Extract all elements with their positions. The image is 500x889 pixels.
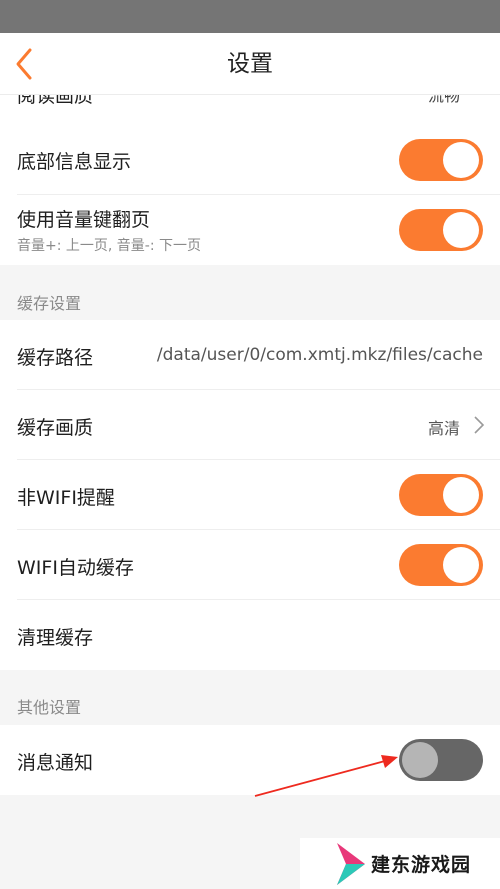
wifi-auto-row: WIFI自动缓存 [0,530,500,600]
clear-cache-row[interactable]: 清理缓存 [0,600,500,670]
watermark: 建东游戏园 [300,838,500,889]
nav-bar: 设置 [0,33,500,95]
wifi-auto-label: WIFI自动缓存 [17,557,134,579]
notification-label: 消息通知 [17,752,94,774]
non-wifi-label: 非WIFI提醒 [17,487,115,509]
back-button[interactable] [10,45,46,83]
cache-path-row[interactable]: 缓存路径 /data/user/0/com.xmtj.mkz/files/cac… [0,320,500,390]
notification-toggle[interactable] [399,739,483,781]
bottom-info-row: 底部信息显示 [0,125,500,195]
cache-quality-label: 缓存画质 [17,417,94,439]
reading-quality-value: 流畅 [427,95,460,105]
wifi-auto-toggle[interactable] [399,544,483,586]
chevron-left-icon [16,48,32,80]
cache-section-header: 缓存设置 [0,265,500,320]
cache-section-title: 缓存设置 [17,294,82,313]
toggle-knob [443,142,479,178]
toggle-knob [443,547,479,583]
chevron-right-icon [474,416,485,434]
chevron-right-icon: › [478,95,486,101]
reading-quality-row[interactable]: 阅读画质 流畅 › [0,95,500,125]
bottom-info-label: 底部信息显示 [17,151,132,173]
volume-page-toggle[interactable] [399,209,483,251]
notification-row: 消息通知 [0,725,500,795]
volume-page-hint: 音量+: 上一页, 音量-: 下一页 [17,238,202,254]
volume-page-row: 使用音量键翻页 音量+: 上一页, 音量-: 下一页 [0,195,500,265]
watermark-logo-icon [337,843,365,885]
reading-quality-label: 阅读画质 [17,95,94,107]
clear-cache-label: 清理缓存 [17,627,94,649]
page-title: 设置 [227,51,273,77]
cache-path-value: /data/user/0/com.xmtj.mkz/files/cache [156,345,483,365]
non-wifi-toggle[interactable] [399,474,483,516]
cache-path-label: 缓存路径 [17,347,94,369]
toggle-knob [443,212,479,248]
other-section-header: 其他设置 [0,670,500,725]
status-bar [0,0,500,33]
bottom-info-toggle[interactable] [399,139,483,181]
volume-page-label: 使用音量键翻页 [17,209,151,231]
cache-quality-row[interactable]: 缓存画质 高清 [0,390,500,460]
non-wifi-row: 非WIFI提醒 [0,460,500,530]
other-section-title: 其他设置 [17,698,82,717]
toggle-knob [402,742,438,778]
cache-quality-value: 高清 [427,419,460,438]
watermark-text: 建东游戏园 [371,854,472,876]
toggle-knob [443,477,479,513]
